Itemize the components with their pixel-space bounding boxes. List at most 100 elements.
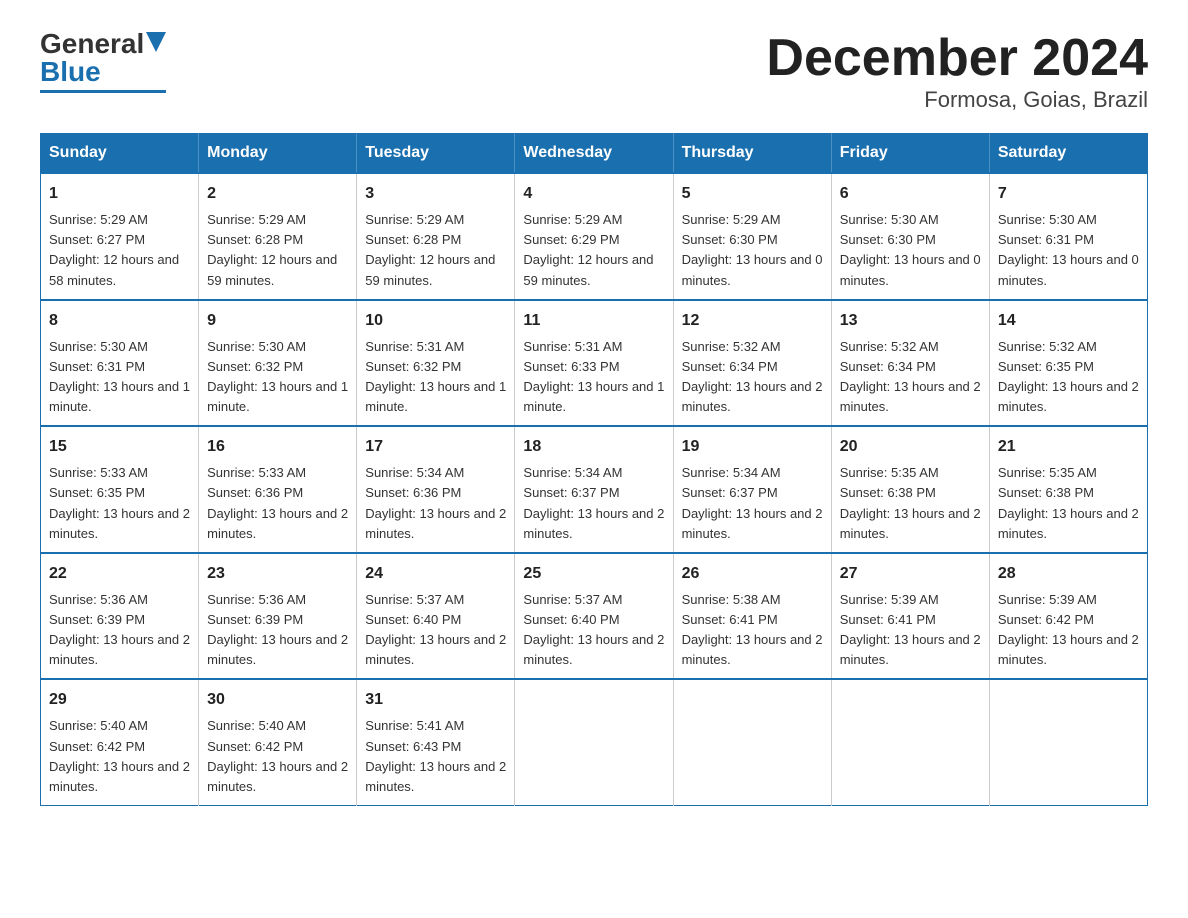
calendar-day-cell: 8 Sunrise: 5:30 AM Sunset: 6:31 PM Dayli…	[41, 300, 199, 427]
calendar-header-row: Sunday Monday Tuesday Wednesday Thursday…	[41, 134, 1148, 174]
calendar-day-cell: 17 Sunrise: 5:34 AM Sunset: 6:36 PM Dayl…	[357, 426, 515, 553]
day-info: Sunrise: 5:40 AM Sunset: 6:42 PM Dayligh…	[207, 716, 348, 797]
day-number: 12	[682, 309, 823, 333]
day-info: Sunrise: 5:39 AM Sunset: 6:41 PM Dayligh…	[840, 590, 981, 671]
calendar-day-cell: 15 Sunrise: 5:33 AM Sunset: 6:35 PM Dayl…	[41, 426, 199, 553]
day-number: 13	[840, 309, 981, 333]
calendar-week-row: 29 Sunrise: 5:40 AM Sunset: 6:42 PM Dayl…	[41, 679, 1148, 805]
day-number: 14	[998, 309, 1139, 333]
day-info: Sunrise: 5:30 AM Sunset: 6:31 PM Dayligh…	[49, 337, 190, 418]
calendar-day-cell	[515, 679, 673, 805]
col-sunday: Sunday	[41, 134, 199, 174]
calendar-day-cell: 28 Sunrise: 5:39 AM Sunset: 6:42 PM Dayl…	[989, 553, 1147, 680]
calendar-week-row: 15 Sunrise: 5:33 AM Sunset: 6:35 PM Dayl…	[41, 426, 1148, 553]
calendar-day-cell: 22 Sunrise: 5:36 AM Sunset: 6:39 PM Dayl…	[41, 553, 199, 680]
title-block: December 2024 Formosa, Goias, Brazil	[766, 30, 1148, 113]
day-info: Sunrise: 5:30 AM Sunset: 6:31 PM Dayligh…	[998, 210, 1139, 291]
calendar-day-cell	[989, 679, 1147, 805]
day-number: 24	[365, 562, 506, 586]
day-info: Sunrise: 5:32 AM Sunset: 6:35 PM Dayligh…	[998, 337, 1139, 418]
day-info: Sunrise: 5:34 AM Sunset: 6:37 PM Dayligh…	[523, 463, 664, 544]
day-number: 7	[998, 182, 1139, 206]
calendar-day-cell: 13 Sunrise: 5:32 AM Sunset: 6:34 PM Dayl…	[831, 300, 989, 427]
calendar-week-row: 1 Sunrise: 5:29 AM Sunset: 6:27 PM Dayli…	[41, 173, 1148, 300]
page-subtitle: Formosa, Goias, Brazil	[766, 87, 1148, 113]
day-info: Sunrise: 5:29 AM Sunset: 6:27 PM Dayligh…	[49, 210, 190, 291]
day-number: 11	[523, 309, 664, 333]
logo-blue-text: Blue	[40, 58, 101, 86]
calendar-day-cell: 24 Sunrise: 5:37 AM Sunset: 6:40 PM Dayl…	[357, 553, 515, 680]
calendar-day-cell: 31 Sunrise: 5:41 AM Sunset: 6:43 PM Dayl…	[357, 679, 515, 805]
calendar-day-cell: 1 Sunrise: 5:29 AM Sunset: 6:27 PM Dayli…	[41, 173, 199, 300]
calendar-day-cell: 25 Sunrise: 5:37 AM Sunset: 6:40 PM Dayl…	[515, 553, 673, 680]
day-info: Sunrise: 5:35 AM Sunset: 6:38 PM Dayligh…	[840, 463, 981, 544]
calendar-day-cell: 12 Sunrise: 5:32 AM Sunset: 6:34 PM Dayl…	[673, 300, 831, 427]
logo-underline	[40, 90, 166, 93]
day-number: 27	[840, 562, 981, 586]
day-info: Sunrise: 5:34 AM Sunset: 6:37 PM Dayligh…	[682, 463, 823, 544]
day-number: 19	[682, 435, 823, 459]
calendar-day-cell: 6 Sunrise: 5:30 AM Sunset: 6:30 PM Dayli…	[831, 173, 989, 300]
calendar-day-cell	[673, 679, 831, 805]
calendar-day-cell: 23 Sunrise: 5:36 AM Sunset: 6:39 PM Dayl…	[199, 553, 357, 680]
day-info: Sunrise: 5:32 AM Sunset: 6:34 PM Dayligh…	[682, 337, 823, 418]
day-info: Sunrise: 5:38 AM Sunset: 6:41 PM Dayligh…	[682, 590, 823, 671]
calendar-day-cell: 11 Sunrise: 5:31 AM Sunset: 6:33 PM Dayl…	[515, 300, 673, 427]
calendar-day-cell: 4 Sunrise: 5:29 AM Sunset: 6:29 PM Dayli…	[515, 173, 673, 300]
day-number: 28	[998, 562, 1139, 586]
day-number: 1	[49, 182, 190, 206]
page-title: December 2024	[766, 30, 1148, 87]
calendar-day-cell: 5 Sunrise: 5:29 AM Sunset: 6:30 PM Dayli…	[673, 173, 831, 300]
col-monday: Monday	[199, 134, 357, 174]
col-tuesday: Tuesday	[357, 134, 515, 174]
day-number: 26	[682, 562, 823, 586]
day-info: Sunrise: 5:37 AM Sunset: 6:40 PM Dayligh…	[523, 590, 664, 671]
col-friday: Friday	[831, 134, 989, 174]
day-info: Sunrise: 5:30 AM Sunset: 6:32 PM Dayligh…	[207, 337, 348, 418]
calendar-day-cell: 30 Sunrise: 5:40 AM Sunset: 6:42 PM Dayl…	[199, 679, 357, 805]
calendar-day-cell: 21 Sunrise: 5:35 AM Sunset: 6:38 PM Dayl…	[989, 426, 1147, 553]
page-header: General Blue December 2024 Formosa, Goia…	[40, 30, 1148, 113]
day-info: Sunrise: 5:33 AM Sunset: 6:36 PM Dayligh…	[207, 463, 348, 544]
calendar-day-cell: 29 Sunrise: 5:40 AM Sunset: 6:42 PM Dayl…	[41, 679, 199, 805]
day-info: Sunrise: 5:34 AM Sunset: 6:36 PM Dayligh…	[365, 463, 506, 544]
calendar-day-cell: 16 Sunrise: 5:33 AM Sunset: 6:36 PM Dayl…	[199, 426, 357, 553]
day-number: 3	[365, 182, 506, 206]
logo-triangle-icon	[146, 32, 166, 52]
day-info: Sunrise: 5:35 AM Sunset: 6:38 PM Dayligh…	[998, 463, 1139, 544]
calendar-day-cell: 26 Sunrise: 5:38 AM Sunset: 6:41 PM Dayl…	[673, 553, 831, 680]
day-number: 22	[49, 562, 190, 586]
calendar-day-cell: 7 Sunrise: 5:30 AM Sunset: 6:31 PM Dayli…	[989, 173, 1147, 300]
day-number: 25	[523, 562, 664, 586]
day-number: 2	[207, 182, 348, 206]
calendar-table: Sunday Monday Tuesday Wednesday Thursday…	[40, 133, 1148, 806]
day-info: Sunrise: 5:41 AM Sunset: 6:43 PM Dayligh…	[365, 716, 506, 797]
calendar-day-cell: 10 Sunrise: 5:31 AM Sunset: 6:32 PM Dayl…	[357, 300, 515, 427]
calendar-day-cell: 19 Sunrise: 5:34 AM Sunset: 6:37 PM Dayl…	[673, 426, 831, 553]
day-number: 15	[49, 435, 190, 459]
col-saturday: Saturday	[989, 134, 1147, 174]
day-info: Sunrise: 5:29 AM Sunset: 6:28 PM Dayligh…	[207, 210, 348, 291]
day-info: Sunrise: 5:29 AM Sunset: 6:30 PM Dayligh…	[682, 210, 823, 291]
calendar-day-cell: 14 Sunrise: 5:32 AM Sunset: 6:35 PM Dayl…	[989, 300, 1147, 427]
day-number: 18	[523, 435, 664, 459]
day-number: 20	[840, 435, 981, 459]
day-number: 6	[840, 182, 981, 206]
day-number: 17	[365, 435, 506, 459]
day-number: 5	[682, 182, 823, 206]
calendar-day-cell: 2 Sunrise: 5:29 AM Sunset: 6:28 PM Dayli…	[199, 173, 357, 300]
logo-general-text: General	[40, 30, 144, 58]
col-thursday: Thursday	[673, 134, 831, 174]
day-info: Sunrise: 5:29 AM Sunset: 6:28 PM Dayligh…	[365, 210, 506, 291]
col-wednesday: Wednesday	[515, 134, 673, 174]
day-info: Sunrise: 5:37 AM Sunset: 6:40 PM Dayligh…	[365, 590, 506, 671]
day-info: Sunrise: 5:40 AM Sunset: 6:42 PM Dayligh…	[49, 716, 190, 797]
calendar-day-cell: 27 Sunrise: 5:39 AM Sunset: 6:41 PM Dayl…	[831, 553, 989, 680]
day-number: 8	[49, 309, 190, 333]
day-info: Sunrise: 5:33 AM Sunset: 6:35 PM Dayligh…	[49, 463, 190, 544]
day-number: 31	[365, 688, 506, 712]
day-number: 4	[523, 182, 664, 206]
day-info: Sunrise: 5:30 AM Sunset: 6:30 PM Dayligh…	[840, 210, 981, 291]
calendar-week-row: 8 Sunrise: 5:30 AM Sunset: 6:31 PM Dayli…	[41, 300, 1148, 427]
day-number: 30	[207, 688, 348, 712]
